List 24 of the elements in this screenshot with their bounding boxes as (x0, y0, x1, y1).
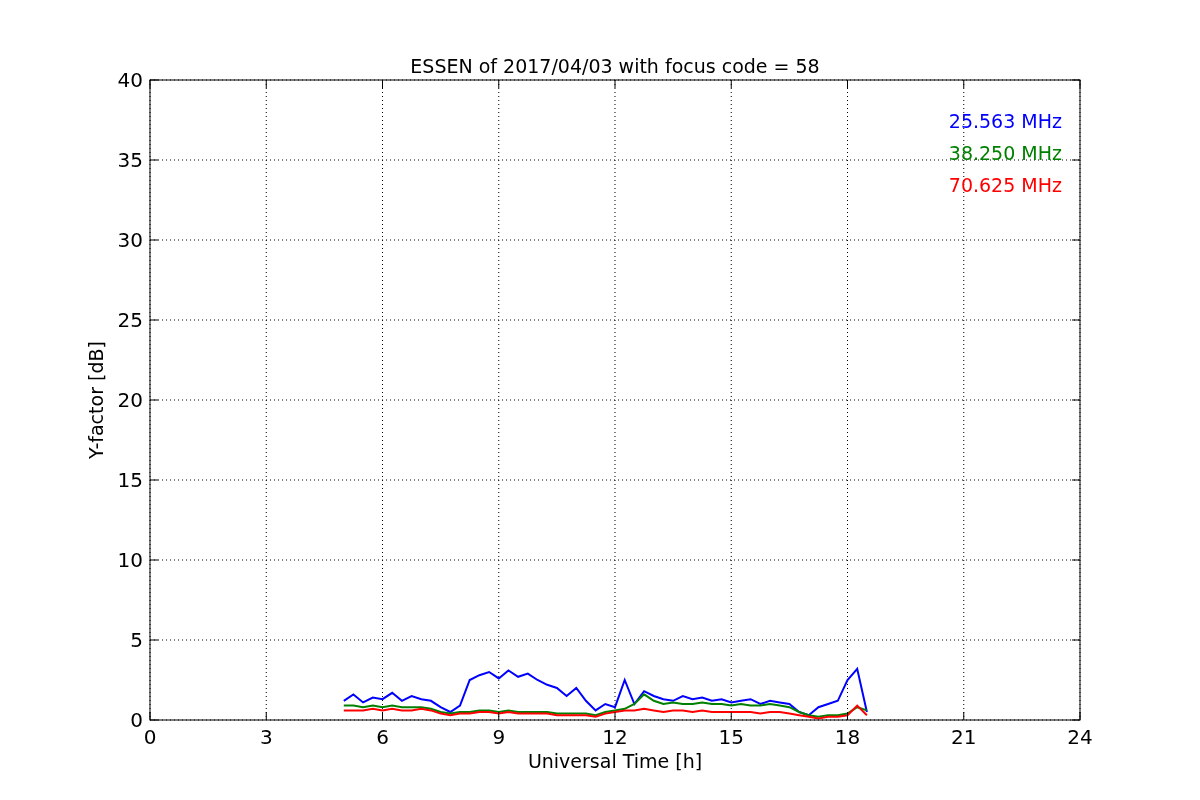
axis-label: Y-factor [dB] (85, 341, 107, 459)
tick-label: 15 (117, 468, 143, 492)
tick-label: 35 (117, 148, 143, 172)
tick-label: 3 (259, 725, 273, 749)
tick-label: 20 (117, 388, 143, 412)
tick-label: 10 (117, 548, 143, 572)
axis-label: Universal Time [h] (527, 750, 703, 772)
tick-label: 15 (718, 725, 744, 749)
tick-label: 24 (1067, 725, 1093, 749)
legend-label: 38.250 MHz (948, 142, 1062, 164)
tick-label: 0 (130, 708, 143, 732)
tick-label: 12 (602, 725, 628, 749)
tick-label: 5 (130, 628, 143, 652)
legend-label: 25.563 MHz (948, 110, 1062, 132)
tick-label: 9 (492, 725, 506, 749)
tick-label: 30 (117, 228, 143, 252)
tick-label: 6 (376, 725, 389, 749)
tick-label: 18 (834, 725, 861, 749)
chart-title: ESSEN of 2017/04/03 with focus code = 58 (410, 55, 820, 77)
tick-label: 0 (143, 725, 157, 749)
legend-label: 70.625 MHz (948, 174, 1062, 196)
tick-label: 25 (117, 308, 143, 332)
tick-label: 21 (951, 725, 977, 749)
tick-label: 40 (117, 68, 143, 92)
